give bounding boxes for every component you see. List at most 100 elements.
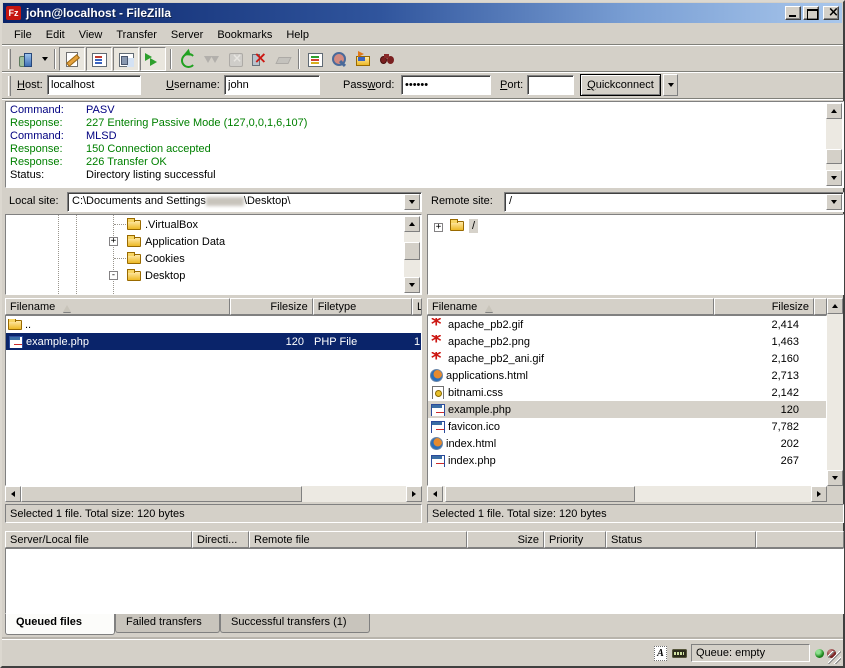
disconnect-button[interactable]	[247, 47, 271, 71]
menu-view[interactable]: View	[72, 27, 110, 43]
scrollbar-thumb[interactable]	[404, 242, 420, 260]
file-row[interactable]: index.php 267	[428, 452, 826, 469]
ascii-data-type-icon[interactable]	[654, 646, 667, 661]
menu-transfer[interactable]: Transfer	[109, 27, 164, 43]
tab-successful-transfers[interactable]: Successful transfers (1)	[220, 614, 370, 633]
local-horizontal-scrollbar[interactable]	[5, 486, 422, 502]
password-input[interactable]	[401, 75, 491, 95]
tree-expander[interactable]: +	[109, 237, 118, 246]
tree-expander[interactable]: -	[109, 271, 118, 280]
tree-item-cookies[interactable]: Cookies	[6, 250, 405, 267]
scroll-right-button[interactable]	[811, 486, 827, 502]
scroll-left-button[interactable]	[427, 486, 443, 502]
refresh-button[interactable]	[175, 47, 199, 71]
toggle-transfer-queue-button[interactable]	[140, 47, 166, 71]
quickconnect-button[interactable]: Quickconnect	[580, 74, 661, 96]
menu-file[interactable]: File	[7, 27, 39, 43]
transfer-queue-list[interactable]	[5, 548, 844, 614]
synchronized-browsing-button[interactable]	[351, 47, 375, 71]
file-row[interactable]: bitnami.css 2,142	[428, 384, 826, 401]
tree-item-desktop[interactable]: - Desktop	[6, 267, 405, 284]
column-header-filesize[interactable]: Filesize	[714, 298, 814, 315]
file-row[interactable]: index.html 202	[428, 435, 826, 452]
redacted-username	[206, 197, 244, 206]
file-row[interactable]: apache_pb2.gif 2,414	[428, 316, 826, 333]
network-recv-led-icon	[815, 649, 824, 658]
scroll-right-button[interactable]	[406, 486, 422, 502]
speed-limit-icon[interactable]	[672, 649, 687, 658]
close-button[interactable]	[823, 6, 839, 20]
remote-file-list[interactable]: apache_pb2.gif 2,414 apache_pb2.png 1,46…	[427, 315, 827, 486]
directory-filters-button[interactable]	[303, 47, 327, 71]
menu-edit[interactable]: Edit	[39, 27, 72, 43]
scrollbar-thumb[interactable]	[826, 149, 842, 164]
column-header-filesize[interactable]: Filesize	[230, 298, 312, 315]
scrollbar-thumb[interactable]	[445, 486, 635, 502]
transfer-queue-icon	[145, 51, 161, 67]
tab-queued-files[interactable]: Queued files	[5, 614, 115, 635]
tab-failed-transfers[interactable]: Failed transfers	[115, 614, 220, 633]
file-row[interactable]: applications.html 2,713	[428, 367, 826, 384]
remote-directory-tree[interactable]: + /	[427, 214, 844, 295]
column-header-direction[interactable]: Directi...	[192, 531, 249, 548]
file-row[interactable]: favicon.ico 7,782	[428, 418, 826, 435]
log-scrollbar[interactable]	[826, 103, 842, 186]
column-header-size[interactable]: Size	[467, 531, 544, 548]
scroll-up-button[interactable]	[404, 216, 420, 232]
column-header-status[interactable]: Status	[606, 531, 756, 548]
combo-dropdown-button[interactable]	[404, 194, 420, 210]
column-header-filename[interactable]: Filename	[427, 298, 714, 315]
toggle-local-tree-button[interactable]	[86, 47, 112, 71]
scroll-down-button[interactable]	[827, 470, 843, 486]
maximize-button[interactable]	[803, 6, 819, 20]
column-header-lastmodified[interactable]: L	[412, 298, 422, 315]
menu-server[interactable]: Server	[164, 27, 210, 43]
scroll-left-button[interactable]	[5, 486, 21, 502]
column-header-filename[interactable]: Filename	[5, 298, 230, 315]
column-header-priority[interactable]: Priority	[544, 531, 606, 548]
site-manager-dropdown-button[interactable]	[38, 47, 51, 71]
local-directory-tree[interactable]: .VirtualBox + Application Data Cookies -…	[5, 214, 422, 295]
menu-help[interactable]: Help	[279, 27, 316, 43]
message-log[interactable]: Command:PASV Response:227 Entering Passi…	[5, 101, 844, 188]
file-row-selected[interactable]: example.php 120	[428, 401, 826, 418]
file-row-selected[interactable]: example.php 120 PHP File 1	[6, 333, 421, 350]
local-file-list[interactable]: .. example.php 120 PHP File 1	[5, 315, 422, 486]
column-header-server-local-file[interactable]: Server/Local file	[5, 531, 192, 548]
compare-directories-button[interactable]	[327, 47, 351, 71]
scroll-up-button[interactable]	[826, 103, 842, 119]
file-row-parent[interactable]: ..	[6, 316, 421, 333]
port-input[interactable]	[527, 75, 574, 95]
column-header-filetype[interactable]: Filetype	[313, 298, 412, 315]
remote-site-combo[interactable]: /	[504, 192, 844, 212]
minimize-button[interactable]	[785, 6, 801, 20]
scrollbar-thumb[interactable]	[21, 486, 302, 502]
file-row[interactable]: apache_pb2.png 1,463	[428, 333, 826, 350]
host-input[interactable]	[47, 75, 141, 95]
toolbar-grip[interactable]	[8, 76, 11, 96]
tree-item-root[interactable]: + /	[428, 217, 843, 234]
tree-item-virtualbox[interactable]: .VirtualBox	[6, 216, 405, 233]
quickconnect-dropdown-button[interactable]	[663, 74, 678, 96]
scroll-down-button[interactable]	[826, 170, 842, 186]
menu-bookmarks[interactable]: Bookmarks	[210, 27, 279, 43]
site-manager-button[interactable]	[14, 47, 38, 71]
remote-horizontal-scrollbar[interactable]	[427, 486, 827, 502]
toolbar-grip[interactable]	[8, 49, 11, 69]
column-header-filler	[814, 298, 827, 315]
find-files-button[interactable]	[375, 47, 399, 71]
remote-vertical-scrollbar[interactable]	[827, 298, 843, 486]
combo-dropdown-button[interactable]	[826, 194, 842, 210]
tree-expander[interactable]: +	[434, 223, 443, 232]
toggle-message-log-button[interactable]	[59, 47, 85, 71]
local-site-combo[interactable]: C:\Documents and Settings\Desktop\	[67, 192, 422, 212]
scroll-up-button[interactable]	[827, 298, 843, 314]
scroll-down-button[interactable]	[404, 277, 420, 293]
file-row[interactable]: apache_pb2_ani.gif 2,160	[428, 350, 826, 367]
column-header-remote-file[interactable]: Remote file	[249, 531, 467, 548]
tree-item-application-data[interactable]: + Application Data	[6, 233, 405, 250]
toggle-remote-tree-button[interactable]	[113, 47, 139, 71]
username-input[interactable]	[224, 75, 320, 95]
local-tree-scrollbar[interactable]	[404, 216, 420, 293]
resize-grip[interactable]	[828, 651, 841, 664]
